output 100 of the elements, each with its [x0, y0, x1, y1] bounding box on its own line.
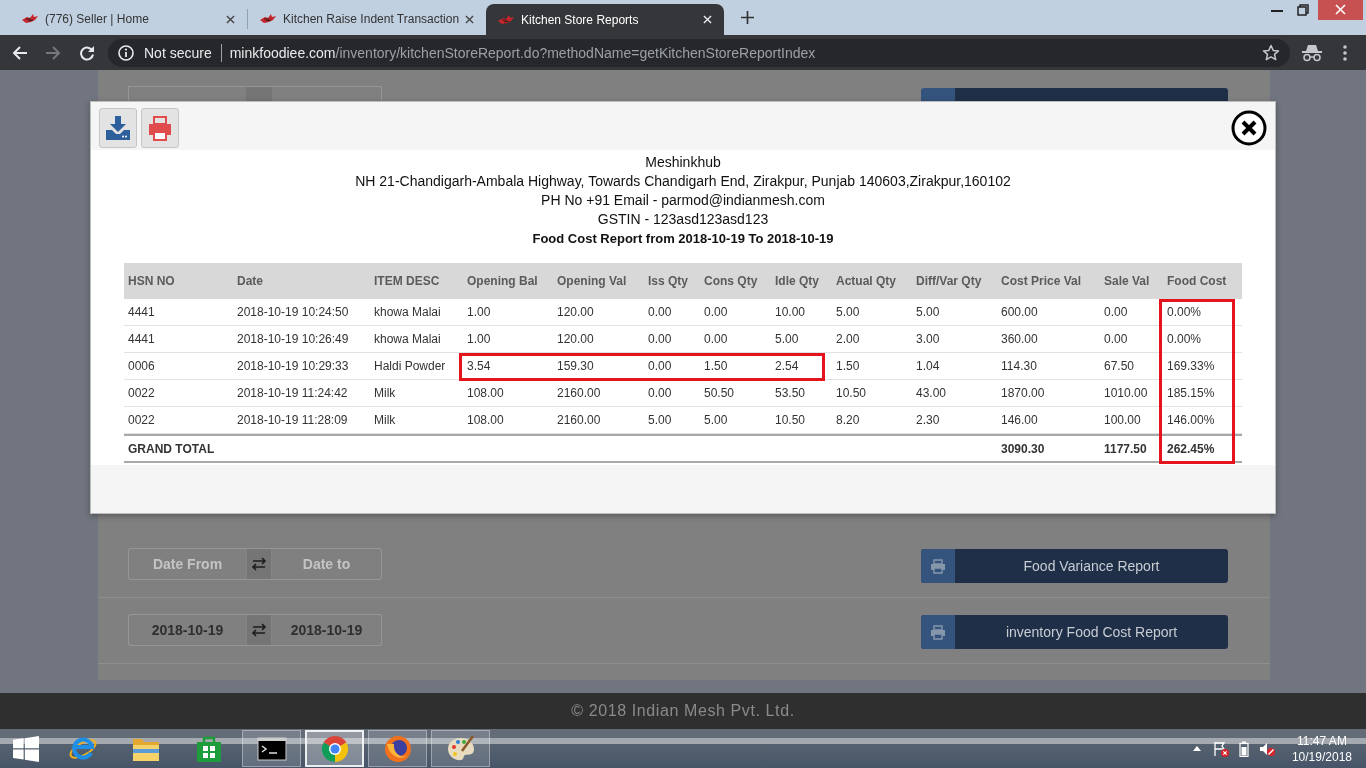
clock-date[interactable]: 10/19/2018 — [1291, 748, 1352, 765]
table-cell-text: khowa Malai — [373, 331, 442, 348]
table-cell-text: 5.00 — [703, 412, 729, 429]
browser-tab[interactable]: (776) Seller | Home — [10, 9, 248, 29]
table-cell-text: 2.00 — [835, 331, 861, 348]
table-cell-text: 1.00 — [466, 331, 492, 348]
date-from-field[interactable]: Date From — [128, 548, 246, 580]
plus-icon[interactable] — [741, 11, 754, 24]
table-cell-text: 0.00 — [1103, 331, 1129, 348]
browser-tab[interactable]: Kitchen Store Reports — [486, 4, 724, 35]
table-cell-text: 5.00 — [647, 412, 673, 429]
column-header: Opening Bal — [466, 273, 539, 290]
date-range-field[interactable] — [128, 86, 382, 101]
table-cell-text: 2.30 — [915, 412, 941, 429]
contact-info: PH No +91 Email - parmod@indianmesh.com — [540, 191, 826, 210]
table-cell-text: 67.50 — [1103, 358, 1136, 375]
table-cell-text: 2018-10-19 10:29:33 — [236, 358, 350, 375]
table-cell-text: 1010.00 — [1103, 385, 1149, 402]
table-cell-text: 169.33% — [1166, 358, 1216, 375]
table-cell-text: 3.54 — [466, 358, 492, 375]
download-icon — [105, 115, 131, 141]
menu-icon[interactable] — [1343, 44, 1347, 61]
reload-icon[interactable] — [79, 44, 95, 61]
table-cell-text: 5.00 — [915, 304, 941, 321]
flag-icon[interactable] — [1212, 740, 1229, 757]
caret-up-icon[interactable] — [1192, 746, 1201, 751]
address-bar[interactable]: Not secure minkfoodiee.com/inventory/kitchenStoreReport.do?methodName=getKitchenStoreReportIndex — [108, 38, 1290, 67]
site-logo-icon — [498, 13, 514, 26]
close-icon[interactable] — [465, 14, 474, 24]
table-cell-text: Milk — [373, 385, 397, 402]
table-cell-text: 1.50 — [835, 358, 861, 375]
table-cell-text: 159.30 — [556, 358, 595, 375]
table-cell-text: 1.50 — [703, 358, 729, 375]
total-label: GRAND TOTAL — [127, 440, 216, 458]
restore-icon[interactable] — [1297, 4, 1309, 16]
table-cell-text: 1.04 — [915, 358, 941, 375]
security-label: Not secure — [144, 44, 212, 61]
table-cell-text: 10.50 — [774, 412, 807, 429]
table-cell-text: 120.00 — [556, 304, 595, 321]
date-to-field[interactable]: Date to — [272, 548, 382, 580]
table-cell-text: 0022 — [127, 412, 156, 429]
report-button[interactable]: Food Variance Report — [921, 549, 1228, 583]
table-cell-text: 185.15% — [1166, 385, 1216, 402]
table-cell-text: Haldi Powder — [373, 358, 447, 375]
download-button[interactable] — [99, 108, 137, 148]
table-cell-text: 0.00 — [703, 331, 729, 348]
table-cell-text: 600.00 — [1000, 304, 1039, 321]
company-address: NH 21-Chandigarh-Ambala Highway, Towards Chandigarh End, Zirakpur, Punjab 140603,Zirakpur,160102 — [354, 172, 1012, 191]
table-cell-text: 3.00 — [915, 331, 941, 348]
table-cell-text: 2160.00 — [556, 385, 602, 402]
table-cell-text: 2018-10-19 10:24:50 — [236, 304, 350, 321]
table-cell-text: 108.00 — [466, 412, 505, 429]
table-cell-text: 53.50 — [774, 385, 807, 402]
report-title: Food Cost Report from 2018-10-19 To 2018-10-19 — [531, 230, 835, 248]
column-header: HSN NO — [127, 273, 176, 290]
column-header: Opening Val — [556, 273, 628, 290]
taskbar-button[interactable] — [242, 730, 301, 767]
table-cell-text: 0006 — [127, 358, 156, 375]
report-button[interactable]: inventory Food Cost Report — [921, 615, 1228, 649]
table-cell-text: 0.00 — [647, 385, 673, 402]
table-cell-text: 108.00 — [466, 385, 505, 402]
swap-icon[interactable] — [246, 548, 272, 580]
table-cell-text: 4441 — [127, 304, 156, 321]
table-cell-text: 146.00% — [1166, 412, 1216, 429]
table-cell-text: 2018-10-19 11:24:42 — [236, 385, 349, 402]
table-cell-text: 100.00 — [1103, 412, 1142, 429]
gstin-number: GSTIN - 123asd123asd123 — [596, 210, 770, 229]
info-icon[interactable] — [118, 44, 134, 61]
table-cell-text: 360.00 — [1000, 331, 1039, 348]
column-header: Actual Qty — [835, 273, 897, 290]
table-cell-text: 8.20 — [835, 412, 861, 429]
windows-logo-icon[interactable] — [13, 735, 39, 762]
table-cell-text: 0.00 — [647, 331, 673, 348]
forward-icon[interactable] — [45, 44, 61, 61]
close-icon[interactable] — [1231, 110, 1267, 146]
back-icon[interactable] — [12, 44, 28, 61]
table-cell-text: 146.00 — [1000, 412, 1039, 429]
table-cell-text: khowa Malai — [373, 304, 442, 321]
swap-icon[interactable] — [246, 614, 272, 646]
table-cell-text: 0022 — [127, 385, 156, 402]
table-cell-text: 1870.00 — [1000, 385, 1046, 402]
browser-tab[interactable]: Kitchen Raise Indent Transaction — [248, 9, 486, 29]
url-text: minkfoodiee.com/inventory/kitchenStoreReport.do?methodName=getKitchenStoreReportIndex — [229, 44, 816, 61]
table-cell-text: 1177.50 — [1103, 440, 1148, 458]
table-cell-text: 120.00 — [556, 331, 595, 348]
star-icon[interactable] — [1262, 43, 1280, 62]
column-header: ITEM DESC — [373, 273, 441, 290]
table-cell-text: 0.00 — [647, 304, 673, 321]
table-cell-text: 4441 — [127, 331, 156, 348]
print-button[interactable] — [141, 108, 179, 148]
incognito-icon[interactable] — [1301, 43, 1323, 62]
table-cell-text: 10.50 — [835, 385, 868, 402]
table-cell-text: 1.00 — [466, 304, 492, 321]
column-header: Diff/Var Qty — [915, 273, 983, 290]
table-cell-text: 10.00 — [774, 304, 807, 321]
table-cell-text: 0.00 — [647, 358, 673, 375]
print-icon — [921, 549, 955, 583]
table-cell-text: 50.50 — [703, 385, 736, 402]
column-header: Food Cost — [1166, 273, 1228, 290]
close-icon[interactable] — [226, 14, 235, 24]
